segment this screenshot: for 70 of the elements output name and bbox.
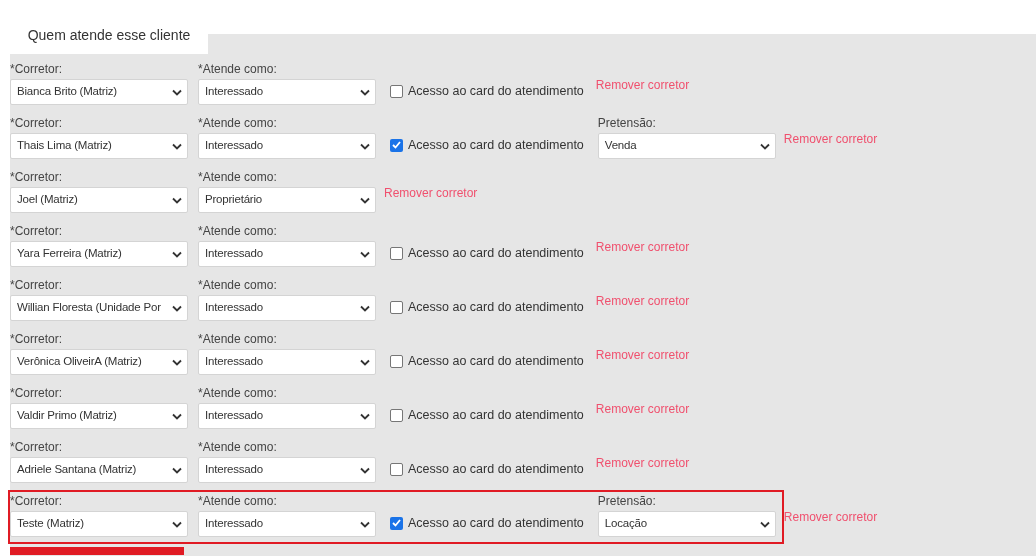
atende-select[interactable]: Interessado [198,79,376,105]
field-label: *Atende como: [198,439,278,455]
chevron-down-icon [360,304,370,312]
chevron-down-icon [360,520,370,528]
corretor-select[interactable]: Teste (Matriz) [10,511,188,537]
chevron-down-icon [172,142,182,150]
access-checkbox[interactable]: Acesso ao card do atendimento [390,348,584,374]
chevron-down-icon [360,142,370,150]
access-checkbox[interactable]: Acesso ao card do atendimento [390,456,584,482]
atende-select[interactable]: Interessado [198,349,376,375]
corretor-select[interactable]: Thais Lima (Matriz) [10,133,188,159]
access-checkbox[interactable]: Acesso ao card do atendimento [390,402,584,428]
field-label: *Atende como: [198,493,278,509]
chevron-down-icon [759,520,770,528]
chevron-down-icon [172,88,182,96]
access-checkbox[interactable]: Acesso ao card do atendimento [390,132,584,158]
corretor-select[interactable]: Joel (Matriz) [10,187,188,213]
chevron-down-icon [759,142,770,150]
check-icon [392,519,401,527]
atende-select[interactable]: Interessado [198,295,376,321]
pretensao-select[interactable]: Locação [597,511,776,537]
corretor-select[interactable]: Bianca Brito (Matriz) [10,79,188,105]
corretor-select[interactable]: Willian Floresta (Unidade Por [10,295,188,321]
field-label: *Corretor: [10,61,63,77]
atende-select[interactable]: Interessado [198,457,376,483]
field-label: *Atende como: [198,61,278,77]
access-checkbox[interactable]: Acesso ao card do atendimento [390,78,584,104]
field-label: *Corretor: [10,385,63,401]
chevron-down-icon [172,358,182,366]
atende-select[interactable]: Interessado [198,241,376,267]
chevron-down-icon [360,196,370,204]
field-label: *Atende como: [198,277,278,293]
access-checkbox[interactable]: Acesso ao card do atendimento [390,510,584,536]
chevron-down-icon [360,88,370,96]
chevron-down-icon [172,250,182,258]
atende-select[interactable]: Interessado [198,403,376,429]
field-label: *Atende como: [198,331,278,347]
chevron-down-icon [172,520,182,528]
field-label: *Corretor: [10,223,63,239]
field-label: *Corretor: [10,115,63,131]
corretor-select[interactable]: Verônica OliveirA (Matriz) [10,349,188,375]
chevron-down-icon [172,196,182,204]
field-label: *Corretor: [10,169,63,185]
corretor-select[interactable]: Adriele Santana (Matriz) [10,457,188,483]
field-label: *Corretor: [10,439,63,455]
field-label: *Atende como: [198,115,278,131]
field-label: *Atende como: [198,223,278,239]
corretor-select[interactable]: Valdir Primo (Matriz) [10,403,188,429]
field-label: *Atende como: [198,169,278,185]
access-checkbox[interactable]: Acesso ao card do atendimento [390,240,584,266]
atende-select[interactable]: Interessado [198,133,376,159]
chevron-down-icon [172,466,182,474]
field-label: *Corretor: [10,331,63,347]
chevron-down-icon [360,358,370,366]
atende-select[interactable]: Interessado [198,511,376,537]
chevron-down-icon [172,304,182,312]
field-label: *Corretor: [10,493,63,509]
chevron-down-icon [360,250,370,258]
field-label: Pretensão: [597,115,657,131]
chevron-down-icon [172,412,182,420]
check-icon [392,141,401,149]
chevron-down-icon [360,412,370,420]
pretensao-select[interactable]: Venda [597,133,776,159]
field-label: *Atende como: [198,385,278,401]
access-checkbox[interactable]: Acesso ao card do atendimento [390,294,584,320]
corretor-select[interactable]: Yara Ferreira (Matriz) [10,241,188,267]
atende-select[interactable]: Proprietário [198,187,376,213]
field-label: Pretensão: [597,493,657,509]
chevron-down-icon [360,466,370,474]
field-label: *Corretor: [10,277,63,293]
